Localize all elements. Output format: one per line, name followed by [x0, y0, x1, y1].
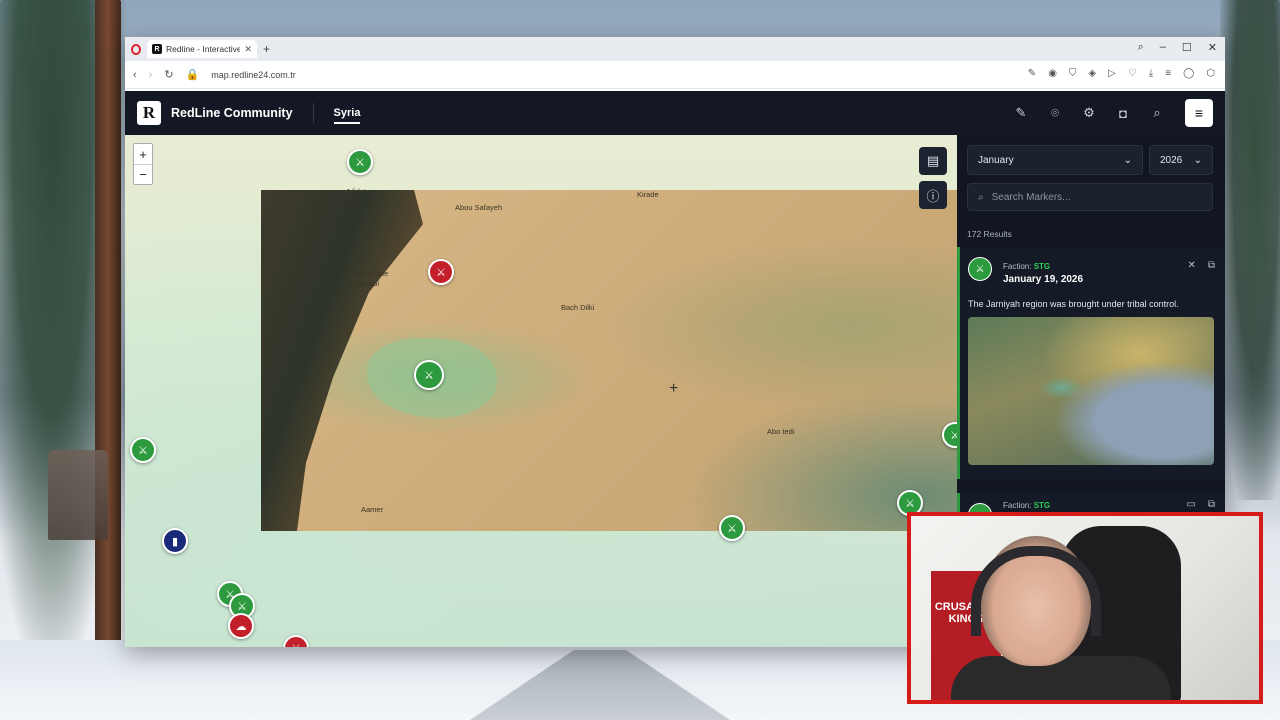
pin-icon[interactable]: ⌾ [1043, 101, 1067, 125]
hamburger-icon[interactable]: ≡ [1185, 99, 1213, 127]
faction-line: Faction: STG [1003, 501, 1050, 510]
shield-icon[interactable]: ⛉ [1069, 68, 1077, 79]
year-value: 2026 [1160, 154, 1183, 166]
gear-icon[interactable]: ⚙ [1077, 101, 1101, 125]
search-placeholder: Search Markers... [991, 191, 1071, 203]
card-description: The Jarniyah region was brought under tr… [968, 299, 1179, 309]
map-marker-stg[interactable]: ⚔ [130, 437, 156, 463]
satellite-overlay [261, 190, 957, 531]
wallpaper-tree-right [1220, 0, 1280, 500]
faction-label: Faction: [1003, 262, 1032, 271]
map-marker-stg[interactable]: ⚔ [347, 149, 373, 175]
forward-icon[interactable]: › [149, 69, 153, 81]
play-icon[interactable]: ▷ [1108, 68, 1116, 79]
map-label: Bach Dilki [561, 303, 595, 312]
url-field[interactable]: map.redline24.com.tr [211, 70, 296, 80]
faction-icon: ⚔ [968, 257, 992, 281]
crosshair-icon: + [669, 380, 679, 397]
marker-search-input[interactable]: ⌕ Search Markers... [967, 183, 1213, 211]
zoom-out-button[interactable]: − [134, 164, 152, 184]
map-marker-stg-selected[interactable]: ⚔ [414, 360, 444, 390]
card-map-image[interactable] [968, 317, 1214, 465]
nav-tab-syria[interactable]: Syria [333, 107, 361, 124]
heart-icon[interactable]: ♡ [1128, 68, 1137, 79]
address-bar: ‹ › ↻ 🔒 map.redline24.com.tr ✎ ◉ ⛉ ◈ ▷ ♡… [125, 61, 1225, 89]
opera-logo-icon[interactable] [131, 43, 141, 55]
camera-icon[interactable]: ◘ [1111, 101, 1135, 125]
reload-icon[interactable]: ↻ [164, 68, 173, 81]
close-window-icon[interactable]: ✕ [1208, 41, 1217, 54]
wallpaper-trunk [95, 0, 121, 720]
card-actions: ▭ ⧉ [1186, 499, 1215, 510]
chevron-down-icon: ⌄ [1123, 154, 1132, 166]
brand-name[interactable]: RedLine Community [171, 106, 293, 120]
vpn-icon[interactable]: ◈ [1088, 68, 1096, 79]
faction-value: STG [1033, 501, 1051, 510]
card-date: January 19, 2026 [1003, 274, 1084, 285]
results-count: 172 Results [967, 229, 1012, 239]
map-label: Jdidat [346, 187, 367, 196]
map-marker-red[interactable]: ☁ [228, 613, 254, 639]
map-label: Taha [347, 198, 364, 207]
snapshot-icon[interactable]: ◉ [1048, 68, 1057, 79]
tab-bar: R Redline - Interactive Strat ✕ + ⌕ – ☐ … [125, 37, 1225, 61]
map-marker-blue[interactable]: ▮ [162, 528, 188, 554]
map-marker-red[interactable]: ⚔ [428, 259, 454, 285]
back-icon[interactable]: ‹ [133, 69, 137, 81]
map-layers-icon[interactable]: ▤ [919, 147, 947, 175]
download-icon[interactable]: ⤓ [1149, 68, 1153, 79]
menu-list-icon[interactable]: ≡ [1165, 68, 1171, 79]
maximize-icon[interactable]: ☐ [1182, 41, 1192, 54]
nav-icon-group: ✎ ⌾ ⚙ ◘ ⌕ ≡ [1009, 99, 1213, 127]
streamer-body [951, 656, 1171, 700]
zoom-control: + − [133, 143, 153, 185]
zoom-in-button[interactable]: + [134, 144, 152, 164]
map-canvas[interactable]: Abou Safayeh Kirade Chams Dine Rharbi Ba… [125, 135, 957, 647]
map-label: Kirade [637, 190, 659, 199]
info-icon[interactable]: ⓘ [919, 181, 947, 209]
external-link-icon[interactable]: ⧉ [1208, 499, 1215, 510]
profile-icon[interactable]: ◯ [1183, 68, 1194, 79]
extension-icon[interactable]: ⬡ [1206, 68, 1215, 79]
tab-close-icon[interactable]: ✕ [244, 44, 252, 55]
webcam-overlay: CRUSADER KINGS [907, 512, 1263, 704]
external-link-icon[interactable]: ⧉ [1208, 260, 1215, 271]
faction-value: STG [1033, 262, 1051, 271]
map-label: Abo tedi [767, 427, 795, 436]
chevron-down-icon: ⌄ [1193, 154, 1202, 166]
year-select[interactable]: 2026 ⌄ [1149, 145, 1213, 175]
window-controls: ⌕ – ☐ ✕ [1138, 41, 1217, 54]
browser-search-icon[interactable]: ⌕ [1138, 41, 1144, 54]
edit-icon[interactable]: ✎ [1028, 68, 1036, 79]
close-icon[interactable]: ✕ [1187, 260, 1195, 271]
address-bar-icons: ✎ ◉ ⛉ ◈ ▷ ♡ ⤓ ≡ ◯ ⬡ [1028, 68, 1215, 79]
search-icon: ⌕ [978, 191, 984, 203]
map-marker-stg[interactable]: ⚔ [719, 515, 745, 541]
tab-favicon-icon: R [152, 44, 162, 54]
map-label: Aamer [361, 505, 384, 514]
minimize-icon[interactable]: – [1160, 41, 1166, 54]
map-label: Rharbi [357, 279, 380, 288]
faction-label: Faction: [1003, 501, 1032, 510]
logo-icon[interactable]: R [137, 101, 161, 125]
card-actions: ✕ ⧉ [1187, 260, 1215, 271]
browser-tab[interactable]: R Redline - Interactive Strat ✕ [147, 40, 257, 58]
lock-icon: 🔒 [185, 69, 200, 81]
nav-divider [312, 103, 314, 123]
pen-icon[interactable]: ✎ [1009, 101, 1033, 125]
new-tab-icon[interactable]: + [263, 42, 270, 56]
video-icon[interactable]: ▭ [1186, 499, 1195, 510]
month-value: January [978, 154, 1014, 166]
tab-title: Redline - Interactive Strat [166, 44, 241, 54]
marker-card[interactable]: ⚔ Faction: STG January 19, 2026 ✕ ⧉ The … [957, 247, 1225, 479]
faction-line: Faction: STG [1003, 262, 1050, 271]
map-label: Chams Dine [347, 269, 389, 278]
search-icon[interactable]: ⌕ [1145, 101, 1169, 125]
month-select[interactable]: January ⌄ [967, 145, 1143, 175]
map-label: Abou Safayeh [455, 203, 503, 212]
top-navigation: R RedLine Community Syria ✎ ⌾ ⚙ ◘ ⌕ ≡ [125, 91, 1225, 135]
wallpaper-tank [48, 450, 108, 540]
